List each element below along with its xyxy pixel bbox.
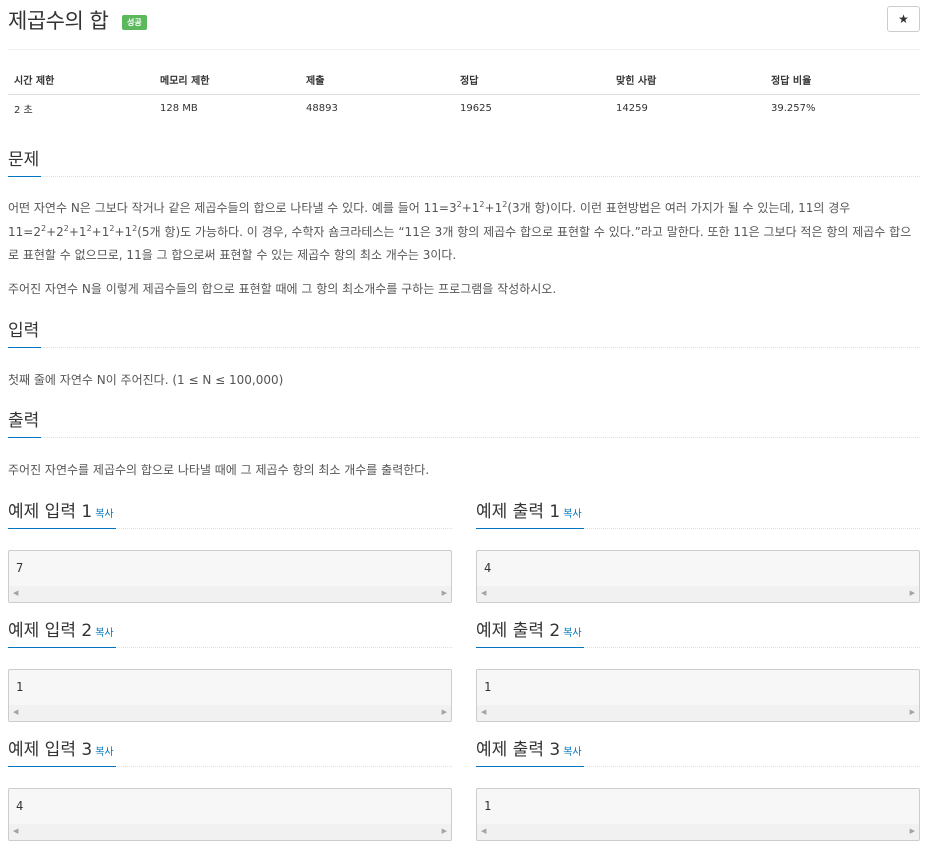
scroll-left-icon[interactable]: ◀: [481, 708, 486, 716]
scroll-left-icon[interactable]: ◀: [13, 708, 18, 716]
status-badge: 성공: [122, 15, 147, 30]
sample-output-2-box[interactable]: 1 ◀ ▶: [476, 669, 920, 722]
problem-task: 주어진 자연수 N을 이렇게 제곱수들의 합으로 표현할 때에 그 항의 최소개…: [8, 282, 557, 296]
ratio-value: 39.257%: [771, 102, 816, 114]
sample-output-1-header: 예제 출력 1 복사: [476, 499, 920, 529]
sample-output-1-box[interactable]: 4 ◀ ▶: [476, 550, 920, 603]
sample-output-2-text: 1: [484, 680, 492, 694]
copy-sample-input-2-button[interactable]: 복사: [95, 628, 113, 639]
scroll-right-icon[interactable]: ▶: [442, 589, 447, 597]
copy-sample-input-3-button[interactable]: 복사: [95, 747, 113, 758]
col-submissions: 제출: [300, 66, 454, 95]
star-button[interactable]: ★: [887, 6, 920, 32]
output-heading: 출력: [8, 408, 42, 438]
memory-limit-value: 128 MB: [160, 102, 198, 114]
problem-heading: 문제: [8, 147, 42, 177]
col-solvers: 맞힌 사람: [610, 66, 765, 95]
copy-sample-output-3-button[interactable]: 복사: [563, 747, 581, 758]
output-description: 주어진 자연수를 제곱수의 합으로 나타낼 때에 그 제곱수 항의 최소 개수를…: [8, 463, 430, 477]
accepted-value: 19625: [460, 102, 492, 114]
copy-sample-input-1-button[interactable]: 복사: [95, 509, 113, 520]
horizontal-scrollbar[interactable]: ◀ ▶: [9, 586, 451, 602]
submissions-value: 48893: [306, 102, 338, 114]
problem-section-header: 문제: [8, 147, 920, 177]
sample-input-2-text: 1: [16, 680, 24, 694]
sample-input-3-header: 예제 입력 3 복사: [8, 737, 452, 767]
sample-input-1-box[interactable]: 7 ◀ ▶: [8, 550, 452, 603]
problem-info-table: 시간 제한 메모리 제한 제출 정답 맞힌 사람 정답 비율 2 초 128 M…: [8, 66, 920, 122]
scroll-left-icon[interactable]: ◀: [13, 827, 18, 835]
sample-output-2-title: 예제 출력 2: [476, 621, 561, 641]
sample-input-1-title: 예제 입력 1: [8, 502, 93, 522]
sample-input-2-header: 예제 입력 2 복사: [8, 618, 452, 648]
sample-output-3-text: 1: [484, 799, 492, 813]
input-section-header: 입력: [8, 318, 920, 348]
scroll-right-icon[interactable]: ▶: [442, 708, 447, 716]
scroll-right-icon[interactable]: ▶: [910, 708, 915, 716]
horizontal-scrollbar[interactable]: ◀ ▶: [477, 705, 919, 721]
sample-input-1-header: 예제 입력 1 복사: [8, 499, 452, 529]
sample-input-3-text: 4: [16, 799, 24, 813]
scroll-left-icon[interactable]: ◀: [481, 589, 486, 597]
scroll-left-icon[interactable]: ◀: [13, 589, 18, 597]
sample-input-2-title: 예제 입력 2: [8, 621, 93, 641]
time-limit-value: 2 초: [14, 104, 33, 116]
sample-output-2-header: 예제 출력 2 복사: [476, 618, 920, 648]
input-heading: 입력: [8, 318, 42, 348]
sample-input-1-text: 7: [16, 561, 24, 575]
scroll-left-icon[interactable]: ◀: [481, 827, 486, 835]
output-section-header: 출력: [8, 408, 920, 438]
problem-description: 어떤 자연수 N은 그보다 작거나 같은 제곱수들의 합으로 나타낼 수 있다.…: [8, 200, 912, 263]
copy-sample-output-2-button[interactable]: 복사: [563, 628, 581, 639]
horizontal-scrollbar[interactable]: ◀ ▶: [9, 705, 451, 721]
horizontal-scrollbar[interactable]: ◀ ▶: [9, 824, 451, 840]
sample-input-3-title: 예제 입력 3: [8, 740, 93, 760]
sample-input-3-box[interactable]: 4 ◀ ▶: [8, 788, 452, 841]
horizontal-scrollbar[interactable]: ◀ ▶: [477, 824, 919, 840]
sample-output-1-title: 예제 출력 1: [476, 502, 561, 522]
problem-header: 제곱수의 합 성공 ★: [8, 6, 920, 50]
scroll-right-icon[interactable]: ▶: [910, 827, 915, 835]
col-accepted: 정답: [454, 66, 610, 95]
sample-output-1-text: 4: [484, 561, 492, 575]
copy-sample-output-1-button[interactable]: 복사: [563, 509, 581, 520]
col-time-limit: 시간 제한: [8, 66, 154, 95]
sample-output-3-header: 예제 출력 3 복사: [476, 737, 920, 767]
sample-input-2-box[interactable]: 1 ◀ ▶: [8, 669, 452, 722]
horizontal-scrollbar[interactable]: ◀ ▶: [477, 586, 919, 602]
col-ratio: 정답 비율: [765, 66, 920, 95]
scroll-right-icon[interactable]: ▶: [910, 589, 915, 597]
star-icon: ★: [898, 12, 909, 26]
table-row: 2 초 128 MB 48893 19625 14259 39.257%: [8, 94, 920, 122]
page-title: 제곱수의 합: [8, 9, 109, 33]
table-header-row: 시간 제한 메모리 제한 제출 정답 맞힌 사람 정답 비율: [8, 66, 920, 95]
input-description: 첫째 줄에 자연수 N이 주어진다. (1 ≤ N ≤ 100,000): [8, 373, 284, 387]
scroll-right-icon[interactable]: ▶: [442, 827, 447, 835]
solvers-value: 14259: [616, 102, 648, 114]
sample-output-3-title: 예제 출력 3: [476, 740, 561, 760]
sample-output-3-box[interactable]: 1 ◀ ▶: [476, 788, 920, 841]
col-memory-limit: 메모리 제한: [154, 66, 300, 95]
